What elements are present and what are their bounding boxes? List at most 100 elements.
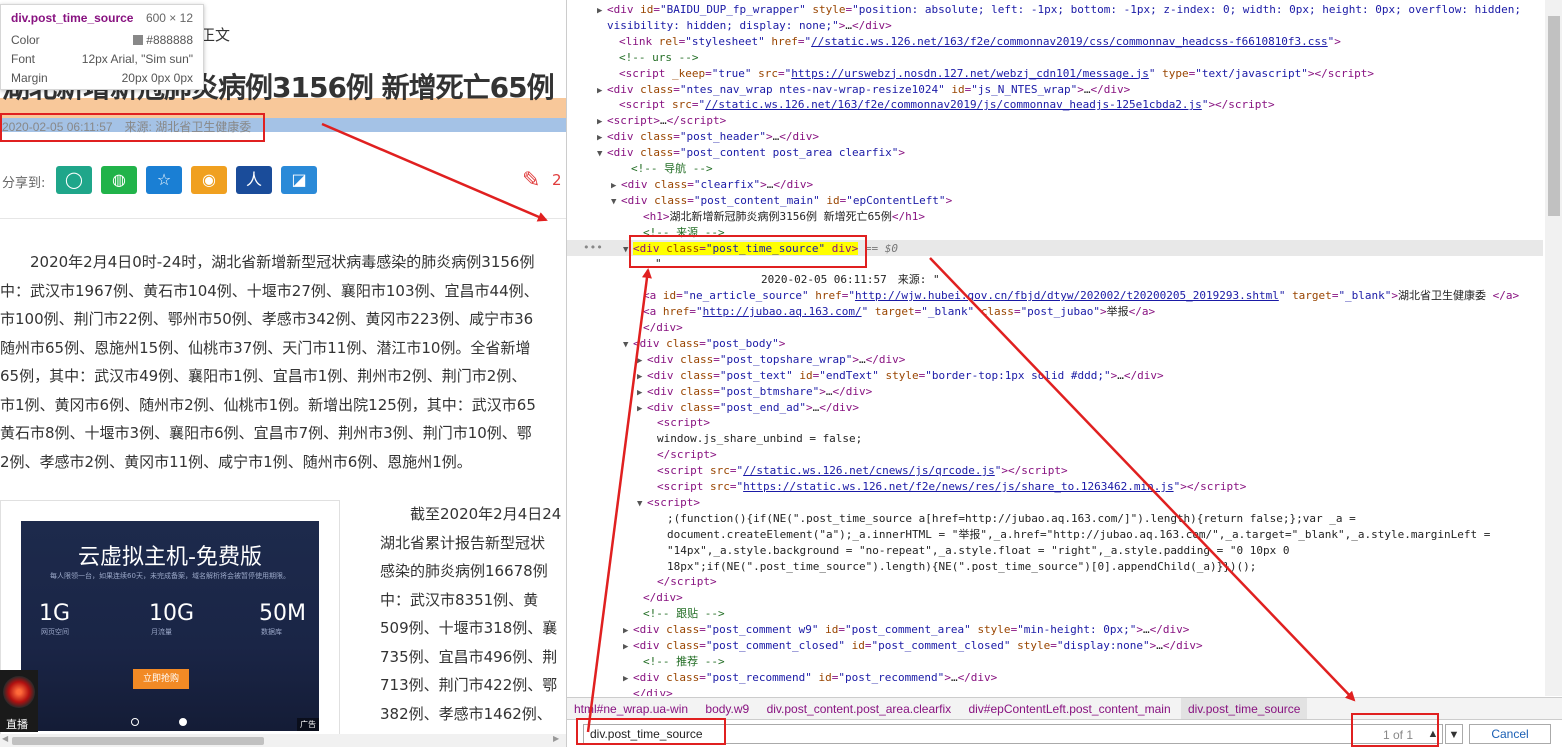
breadcrumb-item[interactable]: html#ne_wrap.ua-win	[567, 698, 695, 720]
paragraph-line: 截至2020年2月4日24	[380, 505, 562, 523]
paragraph-line: 65例，其中：武汉市49例、襄阳市1例、宜昌市1例、荆州市2例、荆门市2例、	[0, 367, 527, 385]
carousel-dot[interactable]	[179, 718, 187, 726]
collapse-arrow-icon[interactable]: ▼	[623, 338, 633, 354]
dom-node-line[interactable]: <!-- 推荐 -->	[633, 654, 725, 670]
paragraph-line: 感染的肺炎病例16678例	[380, 562, 548, 580]
nav-text[interactable]: 正文	[200, 24, 230, 45]
ad-spec-value: 50M	[259, 601, 306, 626]
dom-node-line[interactable]: <!-- 来源 -->	[633, 225, 725, 241]
dom-node-line[interactable]: document.createElement("a");_a.innerHTML…	[657, 527, 1490, 543]
dom-node-line[interactable]: "	[645, 256, 662, 272]
article-paragraph-2: 截至2020年2月4日24 湖北省累计报告新型冠状 感染的肺炎病例16678例 …	[380, 500, 566, 728]
dom-node-line[interactable]: window.js_share_unbind = false;	[647, 431, 862, 447]
inspect-tooltip: div.post_time_source 600 × 12 Color #8888…	[0, 4, 204, 90]
breadcrumb-item-active[interactable]: div.post_time_source	[1180, 698, 1308, 720]
yixin-icon[interactable]: ◪	[281, 166, 317, 194]
dom-node-line[interactable]: ▼ <div class="post_time_source" div> == $…	[623, 241, 898, 259]
dom-node-line[interactable]: <a id="ne_article_source" href="http://w…	[633, 288, 1519, 304]
collapse-arrow-icon[interactable]: ▼	[597, 147, 607, 163]
ad-spec-label: 月流量	[151, 628, 172, 636]
dom-node-line[interactable]: 18px";if(NE(".post_time_source").length)…	[657, 559, 1256, 575]
tooltip-color-value: #888888	[146, 33, 193, 47]
collapse-arrow-icon[interactable]: ▼	[623, 243, 633, 259]
paragraph-line: 713例、荆门市422例、鄂	[380, 676, 558, 694]
dom-node-line[interactable]: </div>	[633, 590, 683, 606]
elements-tree[interactable]: ••• ▶ <div id="BAIDU_DUP_fp_wrapper" styl…	[567, 0, 1543, 696]
ad-spec-value: 1G	[39, 601, 71, 626]
dom-node-line[interactable]: <!-- 跟贴 -->	[633, 606, 725, 622]
carousel-dot[interactable]	[131, 718, 139, 726]
annotation-box-time-source	[0, 113, 265, 142]
collapse-arrow-icon[interactable]: ▼	[637, 497, 647, 513]
dom-node-line[interactable]: <script>	[647, 415, 710, 431]
dom-node-line[interactable]: </script>	[647, 574, 717, 590]
dom-node-line[interactable]: </div>	[633, 320, 683, 336]
ad-tag: 广告	[297, 718, 319, 731]
breadcrumb-item[interactable]: body.w9	[698, 698, 756, 720]
renren-icon[interactable]: 人	[236, 166, 272, 194]
expand-arrow-icon[interactable]: ▶	[597, 84, 607, 100]
dom-node-line[interactable]: <a href="http://jubao.aq.163.com/" targe…	[633, 304, 1155, 320]
qzone-icon[interactable]: ◯	[56, 166, 92, 194]
ad-subtitle: 每人限领一台，如果连续60天，未完成备案，域名解析将会被暂停使用期限。	[50, 572, 290, 580]
article-pane: 正文 湖北新增新冠肺炎病例3156例 新增死亡65例 2020-02-05 06…	[0, 0, 566, 747]
article-paragraph: 2020年2月4日0时-24时，湖北省新增新型冠状病毒感染的肺炎病例3156例 …	[0, 248, 566, 476]
ad-spec-label: 数据库	[261, 628, 282, 636]
paragraph-line: 2例、孝感市2例、黄冈市11例、咸宁市1例、随州市6例、恩施州1例。	[0, 452, 472, 471]
paragraph-line: 随州市65例、恩施州15例、仙桃市37例、天门市11例、潜江市10例。全省新增	[0, 338, 531, 357]
scrollbar-thumb[interactable]	[12, 737, 264, 745]
ad-buy-button[interactable]: 立即抢购	[133, 669, 189, 689]
paragraph-line: 黄石市8例、十堰市3例、襄阳市6例、宜昌市7例、荆州市3例、荆门市10例、鄂	[0, 424, 532, 442]
comment-edit-icon[interactable]: ✎	[522, 168, 540, 193]
paragraph-line: 382例、孝感市1462例、	[380, 704, 552, 723]
paragraph-line: 湖北省累计报告新型冠状	[380, 533, 546, 552]
dom-node-line[interactable]: <!-- urs -->	[609, 50, 698, 66]
ad-carousel-dots[interactable]	[131, 711, 227, 730]
dom-node-line[interactable]: ▶ <div class="post_recommend" id="post_re…	[623, 670, 997, 688]
scrollbar-thumb[interactable]	[1548, 16, 1560, 216]
live-widget[interactable]: 直播	[0, 670, 38, 732]
dom-node-line[interactable]: <script src="//static.ws.126.net/cnews/j…	[647, 463, 1068, 479]
dom-node-line[interactable]: <script src="https://static.ws.126.net/f…	[647, 479, 1246, 495]
breadcrumb-item[interactable]: div#epContentLeft.post_content_main	[961, 698, 1177, 720]
paragraph-line: 2020年2月4日0时-24时，湖北省新增新型冠状病毒感染的肺炎病例3156例	[0, 253, 535, 271]
scroll-right-icon[interactable]: ▶	[553, 734, 559, 743]
color-swatch-icon	[133, 35, 144, 45]
wechat-icon[interactable]: ◍	[101, 166, 137, 194]
dom-node-line[interactable]: <!-- 导航 -->	[621, 161, 713, 177]
tooltip-element-name: div.post_time_source	[11, 11, 134, 25]
tooltip-font-value: 12px Arial, "Sim sun"	[81, 52, 193, 66]
dom-node-line[interactable]: "14px",_a.style.background = "no-repeat"…	[657, 543, 1290, 559]
dom-node-line[interactable]: <script _keep="true" src="https://ursweb…	[609, 66, 1374, 82]
dom-node-line[interactable]: </div>	[623, 686, 673, 696]
dom-node-line[interactable]: 2020-02-05 06:11:57 来源: "	[645, 272, 940, 288]
ad-banner[interactable]: 云虚拟主机-免费版 每人限领一台，如果连续60天，未完成备案，域名解析将会被暂停…	[0, 500, 340, 740]
dom-node-line[interactable]: ;(function(){if(NE(".post_time_source a[…	[657, 511, 1356, 527]
paragraph-line: 509例、十堰市318例、襄	[380, 619, 558, 637]
dom-node-line[interactable]: <h1>湖北新增新冠肺炎病例3156例 新增死亡65例</h1>	[633, 209, 925, 225]
breadcrumb-item[interactable]: div.post_content.post_area.clearfix	[760, 698, 959, 720]
tooltip-color-label: Color	[11, 33, 40, 47]
collapse-arrow-icon[interactable]: ▼	[611, 195, 621, 211]
live-label: 直播	[6, 718, 28, 731]
expand-arrow-icon[interactable]: ▶	[637, 402, 647, 418]
find-cancel-button[interactable]: Cancel	[1469, 724, 1551, 744]
weibo-icon[interactable]: ◉	[191, 166, 227, 194]
paragraph-line: 735例、宜昌市496例、荆	[380, 647, 558, 666]
ad-title: 云虚拟主机-免费版	[78, 545, 262, 570]
paragraph-line: 中：武汉市8351例、黄	[380, 590, 539, 609]
find-input[interactable]: div.post_time_source	[583, 724, 1443, 744]
dom-node-line[interactable]: <link rel="stylesheet" href="//static.ws…	[609, 34, 1341, 50]
find-prev-icon[interactable]: ▲	[1424, 724, 1442, 744]
favorite-icon[interactable]: ☆	[146, 166, 182, 194]
more-options-icon[interactable]: •••	[583, 240, 603, 256]
live-icon[interactable]	[3, 676, 35, 708]
dom-node-line[interactable]: visibility: hidden; display: none;">…</d…	[597, 18, 892, 34]
scroll-left-icon[interactable]: ◀	[2, 734, 8, 743]
find-next-icon[interactable]: ▼	[1445, 724, 1463, 744]
dom-node-line[interactable]: </script>	[647, 447, 717, 463]
ad-image[interactable]: 云虚拟主机-免费版 每人限领一台，如果连续60天，未完成备案，域名解析将会被暂停…	[21, 521, 319, 731]
dom-node-line[interactable]: <script src="//static.ws.126.net/163/f2e…	[609, 97, 1275, 113]
expand-arrow-icon[interactable]: ▶	[623, 640, 633, 656]
comment-count[interactable]: 2	[552, 171, 562, 189]
